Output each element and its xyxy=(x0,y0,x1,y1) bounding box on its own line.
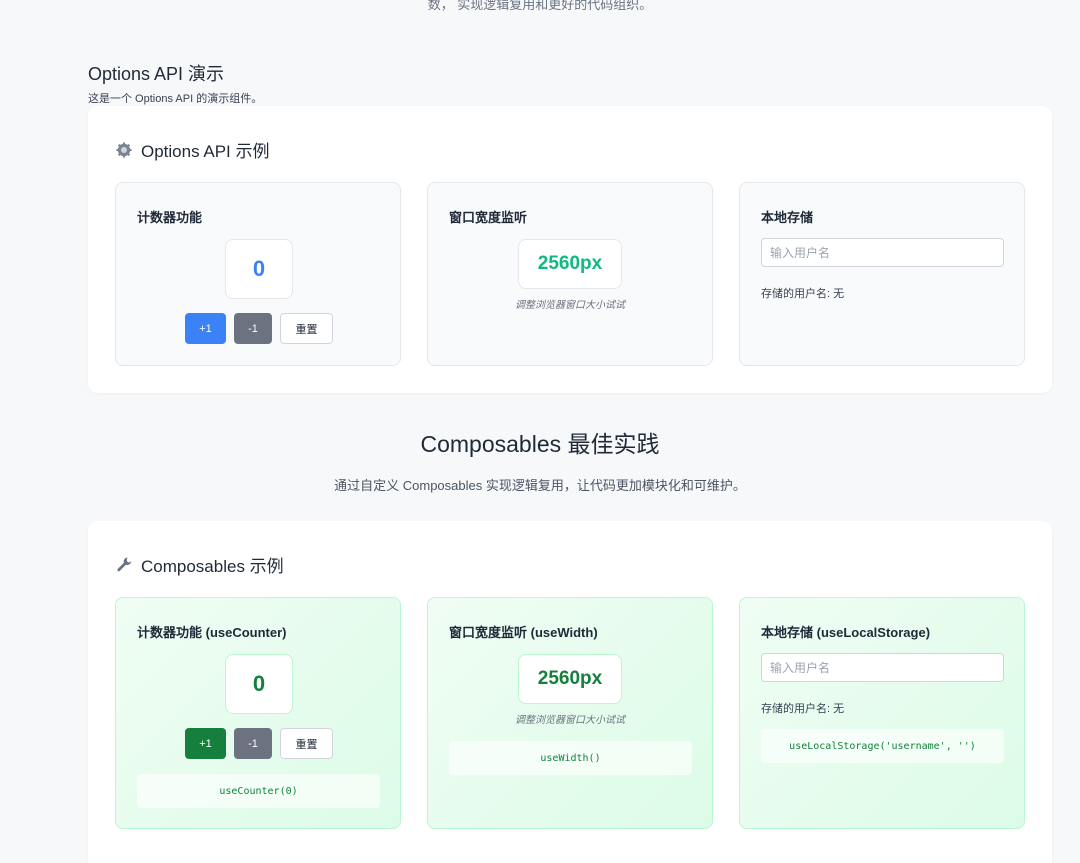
use-counter-code: useCounter(0) xyxy=(137,774,380,808)
increment-button[interactable]: +1 xyxy=(185,313,226,344)
use-counter-panel-title: 计数器功能 (useCounter) xyxy=(137,625,287,640)
composables-card-title-text: Composables 示例 xyxy=(141,557,284,576)
use-width-hint: 调整浏览器窗口大小试试 xyxy=(515,715,625,726)
storage-panel: 本地存储 存储的用户名: 无 xyxy=(739,182,1025,366)
use-local-storage-input[interactable] xyxy=(761,653,1004,682)
composables-section-subtitle: 通过自定义 Composables 实现逻辑复用，让代码更加模块化和可维护。 xyxy=(334,478,746,493)
use-width-value: 2560px xyxy=(518,654,622,704)
use-counter-panel: 计数器功能 (useCounter) 0 +1 -1 重置 useCounter… xyxy=(115,597,401,829)
use-width-panel: 窗口宽度监听 (useWidth) 2560px 调整浏览器窗口大小试试 use… xyxy=(427,597,713,829)
username-input[interactable] xyxy=(761,238,1004,267)
options-api-card: Options API 示例 计数器功能 0 +1 -1 重置 窗口宽度监听 2… xyxy=(88,106,1052,393)
use-counter-buttons: +1 -1 重置 xyxy=(185,728,333,759)
use-counter-value: 0 xyxy=(225,654,293,714)
counter-buttons: +1 -1 重置 xyxy=(185,313,333,344)
counter-value: 0 xyxy=(225,239,293,299)
use-width-panel-title: 窗口宽度监听 (useWidth) xyxy=(449,625,598,640)
width-panel-title: 窗口宽度监听 xyxy=(449,210,528,225)
options-section-title: Options API 演示 xyxy=(88,64,225,84)
use-local-storage-stored: 存储的用户名: 无 xyxy=(761,703,845,715)
use-local-storage-panel-title: 本地存储 (useLocalStorage) xyxy=(761,625,931,640)
width-hint: 调整浏览器窗口大小试试 xyxy=(515,300,625,311)
counter-panel-title: 计数器功能 xyxy=(137,210,203,225)
use-counter-increment-button[interactable]: +1 xyxy=(185,728,226,759)
width-panel: 窗口宽度监听 2560px 调整浏览器窗口大小试试 xyxy=(427,182,713,366)
use-width-code: useWidth() xyxy=(449,741,692,775)
wrench-icon xyxy=(115,556,133,574)
use-local-storage-panel: 本地存储 (useLocalStorage) 存储的用户名: 无 useLoca… xyxy=(739,597,1025,829)
use-local-storage-code: useLocalStorage('username', '') xyxy=(761,729,1004,763)
options-section-subtitle: 这是一个 Options API 的演示组件。 xyxy=(88,93,263,105)
use-counter-decrement-button[interactable]: -1 xyxy=(234,728,272,759)
options-card-title-text: Options API 示例 xyxy=(141,142,270,161)
options-card-title: Options API 示例 xyxy=(115,137,270,162)
counter-panel: 计数器功能 0 +1 -1 重置 xyxy=(115,182,401,366)
use-counter-reset-button[interactable]: 重置 xyxy=(280,728,333,759)
composables-card-title: Composables 示例 xyxy=(115,552,284,577)
composables-card: Composables 示例 计数器功能 (useCounter) 0 +1 -… xyxy=(88,521,1052,863)
intro-text: 数， 实现逻辑复用和更好的代码组织。 xyxy=(427,0,653,12)
composables-section-title: Composables 最佳实践 xyxy=(420,431,660,457)
storage-panel-title: 本地存储 xyxy=(761,210,814,225)
reset-button[interactable]: 重置 xyxy=(280,313,333,344)
stored-username: 存储的用户名: 无 xyxy=(761,288,845,300)
gear-icon xyxy=(115,141,133,159)
window-width-value: 2560px xyxy=(518,239,622,289)
decrement-button[interactable]: -1 xyxy=(234,313,272,344)
